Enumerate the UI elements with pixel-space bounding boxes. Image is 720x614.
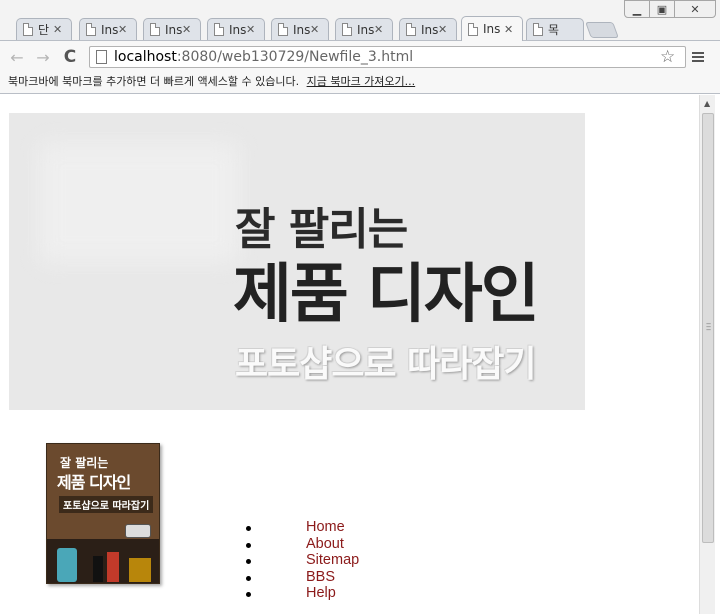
book-cover-image: 잘 팔리는 제품 디자인 포토샵으로 따라잡기 (46, 443, 160, 584)
tab-3[interactable]: Ins ✕ (143, 18, 201, 40)
book-title-line2: 제품 디자인 (57, 473, 131, 492)
tab-label: Ins (357, 22, 374, 37)
phone-illustration (93, 556, 103, 582)
tab-1[interactable]: 단 ✕ (16, 18, 72, 40)
blender-illustration (57, 548, 77, 582)
about-link[interactable]: About (306, 536, 344, 552)
page-icon (86, 23, 96, 36)
tab-close-icon[interactable]: ✕ (438, 23, 450, 36)
game-console-illustration (125, 524, 151, 538)
nav-item-bbs: BBS (245, 569, 359, 586)
sitemap-link[interactable]: Sitemap (306, 552, 359, 568)
star-icon[interactable]: ☆ (660, 47, 675, 67)
page-icon (468, 22, 478, 36)
banner-line3: 포토샵으로 따라잡기 (235, 344, 537, 385)
book-title-line3: 포토샵으로 따라잡기 (59, 496, 154, 513)
tab-label: Ins (421, 22, 438, 37)
address-toolbar: ← → C localhost:8080/web130729/Newfile_3… (0, 40, 720, 72)
tab-6[interactable]: Ins ✕ (335, 18, 393, 40)
page-icon (406, 23, 416, 36)
page-icon (96, 50, 107, 64)
tab-label: Ins (101, 22, 118, 37)
box-illustration (129, 558, 151, 582)
page-icon (278, 23, 288, 36)
banner-image: 잘 팔리는 제품 디자인 포토샵으로 따라잡기 (9, 113, 585, 410)
bookmark-bar-message: 북마크바에 북마크를 추가하면 더 빠르게 액세스할 수 있습니다. (8, 75, 300, 88)
device-illustration (107, 552, 119, 582)
bookmark-bar: 북마크바에 북마크를 추가하면 더 빠르게 액세스할 수 있습니다. 지금 북마… (0, 72, 720, 94)
tab-strip: 단 ✕ Ins ✕ Ins ✕ Ins ✕ Ins ✕ Ins ✕ Ins ✕ … (0, 16, 640, 41)
maximize-icon[interactable]: ▣ (649, 0, 675, 18)
help-link[interactable]: Help (306, 585, 336, 601)
tab-label: Ins (165, 22, 182, 37)
page-viewport: 잘 팔리는 제품 디자인 포토샵으로 따라잡기 잘 팔리는 제품 디자인 포토샵… (0, 95, 699, 614)
tab-label: Ins (229, 22, 246, 37)
tab-close-icon[interactable]: ✕ (310, 23, 322, 36)
grip-icon: ‒ ‒ ‒ (706, 319, 712, 334)
nav-item-about: About (245, 536, 359, 553)
tab-9[interactable]: 목 (526, 18, 584, 40)
nav-item-help: Help (245, 585, 359, 602)
tab-4[interactable]: Ins ✕ (207, 18, 265, 40)
tab-label: 단 (38, 23, 50, 37)
import-bookmarks-link[interactable]: 지금 북마크 가져오기... (307, 75, 416, 88)
tab-close-icon[interactable]: ✕ (182, 23, 194, 36)
tab-5[interactable]: Ins ✕ (271, 18, 329, 40)
scroll-up-arrow-icon[interactable]: ▲ (704, 99, 710, 108)
nav-list: Home About Sitemap BBS Help (245, 519, 359, 602)
tab-close-icon[interactable]: ✕ (374, 23, 386, 36)
tab-close-icon[interactable]: ✕ (246, 23, 258, 36)
back-icon[interactable]: ← (8, 47, 26, 67)
tab-close-icon[interactable]: ✕ (118, 23, 130, 36)
reload-icon[interactable]: C (61, 47, 79, 67)
tab-2[interactable]: Ins ✕ (79, 18, 137, 40)
tab-label: 목 (548, 23, 560, 37)
nav-item-home: Home (245, 519, 359, 536)
tab-label: Ins (483, 22, 501, 36)
banner-line2: 제품 디자인 (233, 258, 540, 332)
home-link[interactable]: Home (306, 519, 345, 535)
page-icon (214, 23, 224, 36)
url-text[interactable]: localhost:8080/web130729/Newfile_3.html (114, 48, 413, 66)
tab-close-icon[interactable]: ✕ (504, 23, 516, 36)
close-icon[interactable]: ✕ (674, 0, 716, 18)
page-icon (23, 23, 33, 36)
nav-item-sitemap: Sitemap (245, 552, 359, 569)
page-icon (150, 23, 160, 36)
tab-close-icon[interactable]: ✕ (53, 23, 65, 36)
page-icon (342, 23, 352, 36)
new-tab-button[interactable] (585, 22, 619, 38)
bbs-link[interactable]: BBS (306, 569, 335, 585)
vertical-scrollbar[interactable]: ▲ ‒ ‒ ‒ (699, 95, 715, 614)
tab-8-active[interactable]: Ins ✕ (461, 16, 523, 41)
tab-label: Ins (293, 22, 310, 37)
menu-icon[interactable] (692, 52, 704, 62)
scrollbar-thumb[interactable]: ‒ ‒ ‒ (702, 113, 714, 543)
page-icon (533, 23, 543, 36)
tab-7[interactable]: Ins ✕ (399, 18, 457, 40)
address-bar[interactable]: localhost:8080/web130729/Newfile_3.html … (89, 46, 686, 68)
forward-icon[interactable]: → (34, 47, 52, 67)
